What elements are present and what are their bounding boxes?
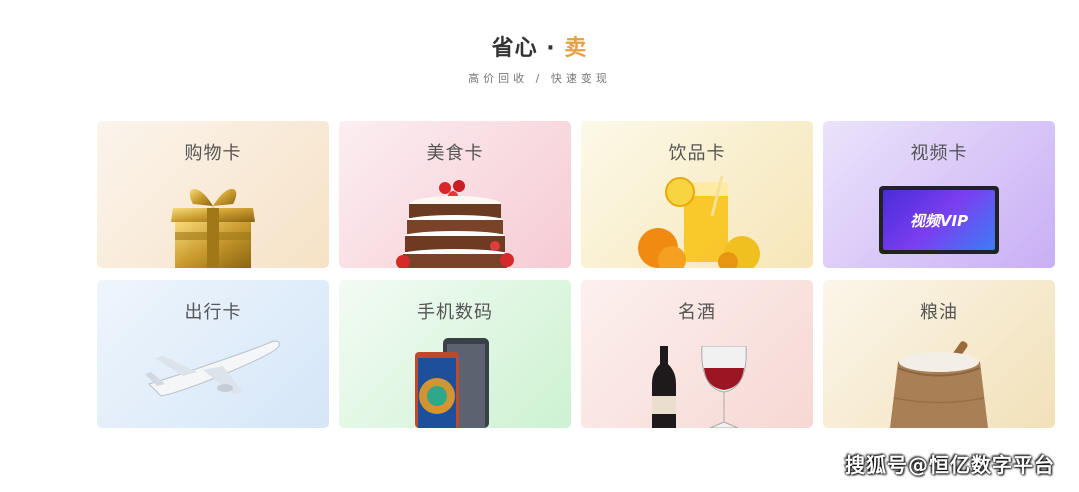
card-label: 饮品卡 [668, 143, 726, 164]
juice-icon [638, 176, 760, 268]
card-shopping[interactable]: 购物卡 [97, 121, 329, 268]
section-title: 省心 · 卖 [0, 34, 1079, 64]
airplane-icon [145, 340, 280, 397]
title-main: 省心 · [491, 36, 565, 61]
card-label: 视频卡 [910, 143, 968, 164]
card-label: 出行卡 [184, 302, 242, 323]
section-subtitle: 高价回收 / 快速变现 [468, 72, 611, 85]
title-accent: 卖 [564, 36, 588, 61]
section-header: 省心 · 卖 高价回收 / 快速变现 [0, 34, 1079, 86]
card-label: 粮油 [920, 302, 958, 323]
gift-box-icon [171, 188, 255, 268]
smartphone-icon [415, 338, 489, 428]
wine-icon [652, 346, 747, 428]
video-vip-screen-icon: 视频VIP [879, 186, 999, 254]
card-label: 美食卡 [426, 143, 484, 164]
card-label: 购物卡 [184, 143, 242, 164]
card-drink[interactable]: 饮品卡 [581, 121, 813, 268]
card-liquor[interactable]: 名酒 [581, 280, 813, 428]
screen-text: 视频VIP [909, 211, 969, 230]
card-grain-oil[interactable]: 粮油 [823, 280, 1055, 428]
card-label: 手机数码 [417, 302, 493, 323]
card-travel[interactable]: 出行卡 [97, 280, 329, 428]
cake-icon [396, 180, 514, 268]
watermark: 搜狐号@恒亿数字平台 [845, 453, 1055, 477]
rice-sack-icon [890, 341, 988, 428]
card-digital[interactable]: 手机数码 [339, 280, 571, 428]
card-label: 名酒 [678, 302, 716, 323]
card-grid: 购物卡 美食卡 饮品卡 视频卡 视频VIP 出行卡 手机数码 名酒 粮油 [97, 121, 1056, 428]
card-food[interactable]: 美食卡 [339, 121, 571, 268]
card-video[interactable]: 视频卡 视频VIP [823, 121, 1055, 268]
